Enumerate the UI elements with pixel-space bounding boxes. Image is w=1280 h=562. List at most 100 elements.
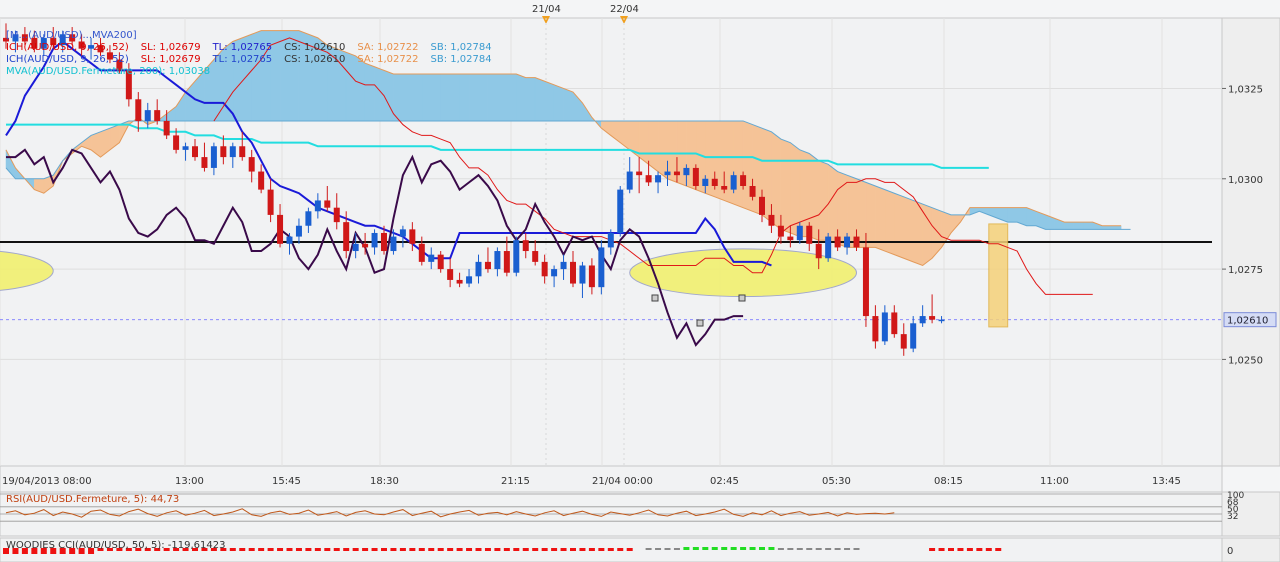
cci-bar (768, 547, 775, 550)
candle-body (636, 171, 643, 176)
kumo-segment (1064, 221, 1075, 230)
candle-body (919, 316, 926, 324)
cci-bar (371, 548, 378, 551)
x-tick-label: 15:45 (272, 476, 301, 487)
cci-bar (598, 548, 605, 551)
kumo-segment (780, 138, 791, 234)
candle-body (201, 157, 208, 168)
cci-bar (551, 548, 558, 551)
candle-body (475, 261, 482, 277)
kumo-segment (478, 73, 489, 122)
cci-bar (277, 548, 284, 551)
kumo-segment (799, 149, 810, 237)
candle-body (456, 279, 463, 284)
kumo-segment (903, 196, 914, 263)
cci-bar (957, 548, 964, 551)
legend-sa-2: SA: 1,02722 (357, 54, 419, 65)
candle-body (532, 251, 539, 262)
cci-bar (966, 548, 973, 551)
candle-body (437, 254, 444, 270)
cci-bar (777, 548, 784, 550)
kumo-segment (1007, 207, 1018, 223)
cci-bar (343, 548, 350, 551)
cci-bar (730, 547, 737, 550)
candle-body (683, 167, 690, 176)
candle-body (352, 243, 359, 252)
cci-tick-label: 0 (1227, 546, 1233, 557)
candle-body (768, 214, 775, 226)
cci-bar (938, 548, 945, 551)
legend-tl-2: TL: 1,02765 (212, 54, 273, 65)
cci-bar (806, 548, 813, 550)
candle-body (881, 312, 888, 342)
candle-body (749, 186, 756, 197)
rsi-title: RSI(AUD/USD.Fermeture, 5): 44,73 (6, 494, 180, 505)
cci-bar (484, 548, 491, 551)
kumo-segment (648, 120, 659, 173)
kumo-segment (1083, 221, 1093, 230)
legend-line-1: [M...(AUD/USD)...MVA200] (6, 30, 137, 41)
x-tick-label: 21:15 (501, 476, 530, 487)
cci-bar (333, 548, 340, 551)
candle-body (825, 236, 832, 259)
cci-bar (295, 548, 302, 551)
candle-body (844, 236, 851, 248)
cci-bar (418, 548, 425, 551)
kumo-segment (818, 160, 829, 241)
candle-body (447, 269, 454, 280)
candle-body (258, 171, 265, 190)
x-tick-label: 11:00 (1040, 476, 1069, 487)
y-tick-label: 1,0250 (1228, 355, 1263, 366)
cci-bar (503, 548, 510, 551)
candle-body (466, 276, 473, 284)
candle-body (570, 261, 576, 284)
cci-bar (740, 547, 747, 550)
candle-body (409, 229, 416, 244)
candle-body (787, 236, 794, 241)
legend-ichimoku-2-label: ICH(AUD/USD, 9, 26, 52) (6, 54, 129, 65)
legend-sl-1: SL: 1,02679 (140, 42, 201, 53)
date-marker-label: 21/04 (532, 4, 561, 15)
x-tick-label: 02:45 (710, 476, 739, 487)
cci-bar (692, 547, 699, 550)
cci-bar (522, 548, 529, 551)
cci-bar (787, 548, 794, 550)
annotation-handle (738, 294, 746, 302)
x-tick-label: 13:00 (175, 476, 204, 487)
cci-bar (948, 548, 954, 551)
legend-sa-1: SA: 1,02722 (357, 42, 419, 53)
kumo-segment (487, 73, 498, 122)
kumo-segment (525, 77, 536, 122)
candle-body (900, 334, 907, 349)
candle-body (182, 146, 189, 150)
candle-body (324, 200, 331, 208)
cci-bar (617, 548, 624, 551)
cci-bar (759, 547, 765, 550)
candle-body (229, 146, 236, 158)
candle-body (929, 316, 936, 320)
cci-bar (664, 548, 671, 550)
candle-body (806, 225, 813, 244)
legend-tl-1: TL: 1,02765 (212, 42, 273, 53)
cci-bar (267, 548, 274, 551)
y-tick-label: 1,0275 (1228, 265, 1263, 276)
candle-body (702, 178, 709, 186)
kumo-segment (553, 84, 564, 122)
price-chart[interactable]: 1,0325 1,0300 1,0275 1,0250 19/04/2013 08:00… (0, 0, 1280, 562)
cci-bar (381, 548, 387, 551)
cci-bar (258, 548, 265, 551)
kumo-segment (563, 88, 574, 122)
kumo-segment (1073, 221, 1084, 230)
candle-body (796, 225, 803, 241)
cci-bar (239, 548, 246, 551)
candle-body (579, 265, 586, 284)
candle-body (664, 171, 671, 176)
candle-body (267, 189, 274, 215)
cci-bar (286, 548, 293, 551)
kumo-segment (412, 73, 423, 122)
candle-body (305, 211, 312, 226)
candle-body (418, 243, 425, 262)
legend-mva: MVA(AUD/USD.Fermeture, 200): 1,03038 (6, 66, 211, 77)
candle-body (277, 214, 284, 244)
candle-body (645, 175, 652, 183)
